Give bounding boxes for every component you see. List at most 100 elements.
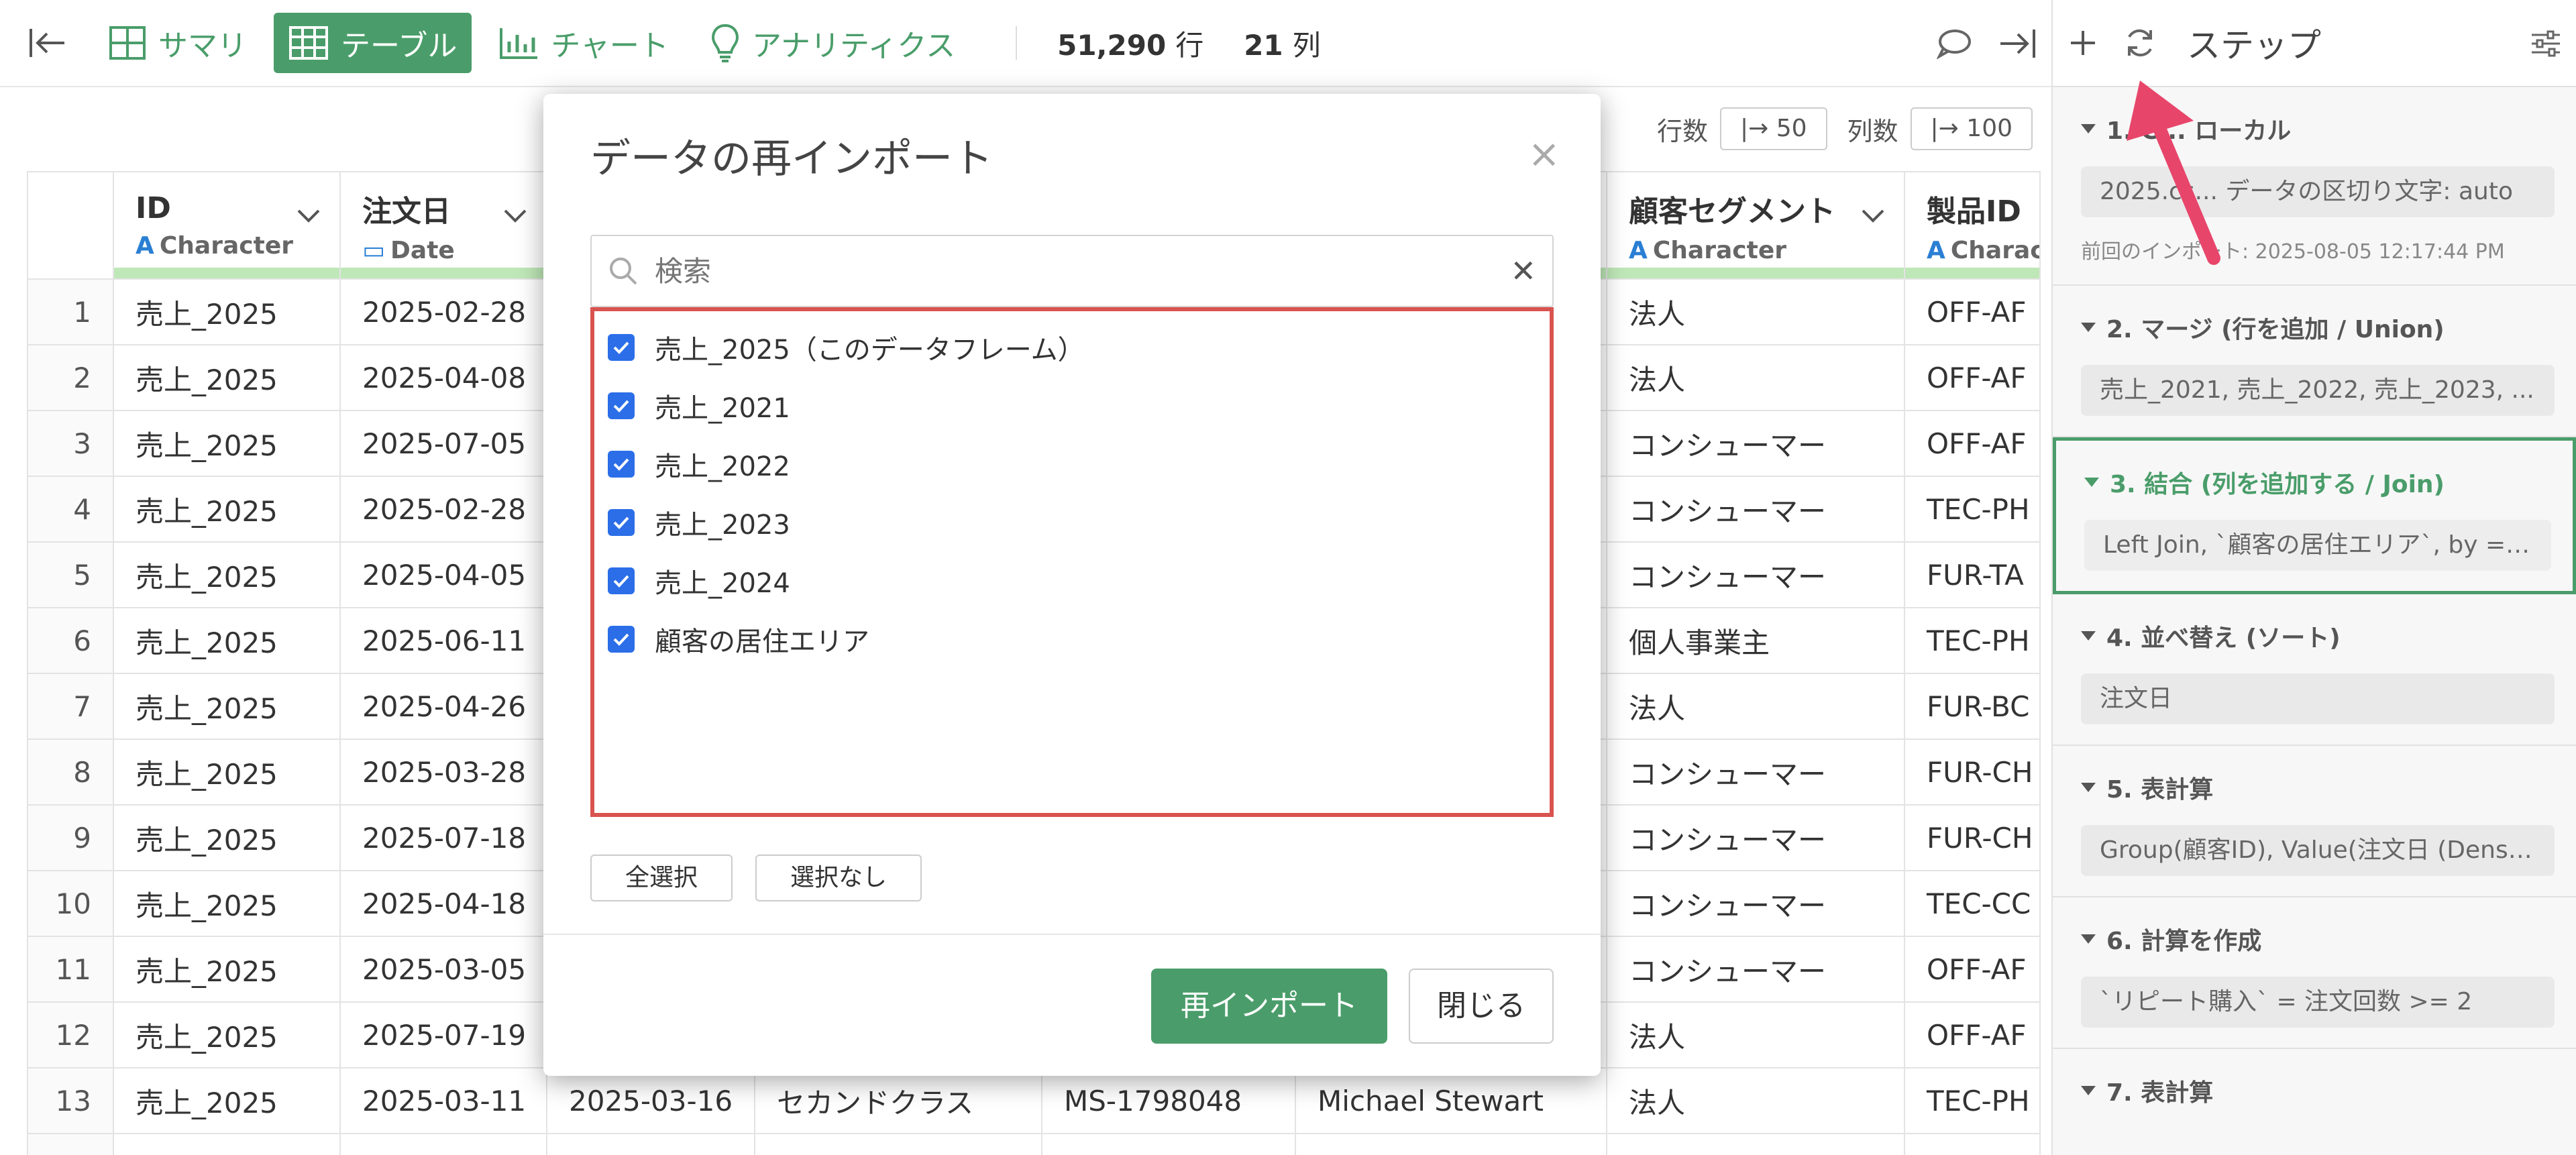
cell-id[interactable]: 売上_2025 (113, 1001, 341, 1068)
cell-customer-name[interactable]: Michael Stewart (1295, 1067, 1607, 1134)
checkbox-checked-icon[interactable] (608, 508, 635, 536)
select-none-button[interactable]: 選択なし (755, 855, 922, 901)
list-item[interactable]: 売上_2024 (594, 551, 1550, 610)
cell-order-date[interactable]: 2025-06-11 (339, 607, 547, 674)
comment-button[interactable] (1924, 0, 1984, 87)
cell-order-date[interactable]: 2025-03-28 (339, 738, 547, 806)
expand-right-button[interactable] (1984, 0, 2051, 87)
chevron-down-icon[interactable] (1861, 209, 1885, 223)
column-header-customer-segment[interactable]: 顧客セグメント A Character (1606, 171, 1905, 280)
cell-segment[interactable]: コンシューマー (1606, 541, 1905, 608)
step-2[interactable]: 2. マージ (行を追加 / Union) 売上_2021, 売上_2022, … (2053, 286, 2576, 437)
cell-id[interactable]: 売上_2025 (113, 476, 341, 543)
search-field[interactable]: ✕ (590, 235, 1554, 307)
list-item[interactable]: 顧客の居住エリア (594, 610, 1550, 668)
checkbox-checked-icon[interactable] (608, 333, 635, 361)
caret-down-icon[interactable] (2084, 478, 2099, 487)
cell-ship-mode[interactable]: セカンドクラス (754, 1067, 1042, 1134)
cell-order-date[interactable]: 2025-02-28 (339, 476, 547, 543)
checkbox-checked-icon[interactable] (608, 450, 635, 478)
cell-order-date[interactable]: 2025-02-28 (339, 278, 547, 345)
close-button[interactable]: 閉じる (1409, 969, 1554, 1044)
list-item[interactable]: 売上_2025（このデータフレーム） (594, 318, 1550, 376)
cell-order-date[interactable]: 2025-03-11 (339, 1067, 547, 1134)
cell-product-id[interactable]: FUR-BC (1904, 673, 2041, 740)
chevron-down-icon[interactable] (503, 209, 527, 223)
rows-limit-input[interactable]: |→ 50 (1719, 107, 1827, 150)
cell-id[interactable]: 売上_2025 (113, 804, 341, 871)
cell-id[interactable]: 売上_2025 (113, 410, 341, 477)
step-body[interactable]: 売上_2021, 売上_2022, 売上_2023, ... (2081, 365, 2555, 416)
cell-id[interactable]: 売上_2025 (113, 870, 341, 937)
cell-product-id[interactable]: OFF-AF (1904, 1001, 2041, 1068)
cell-order-date[interactable]: 2025-07-05 (339, 410, 547, 477)
cell-order-date[interactable]: 2025-04-05 (339, 541, 547, 608)
checkbox-checked-icon[interactable] (608, 392, 635, 419)
column-header-id[interactable]: ID A Character (113, 171, 341, 280)
list-item[interactable]: 売上_2021 (594, 376, 1550, 435)
list-item[interactable]: 売上_2023 (594, 493, 1550, 551)
cell-product-id[interactable]: FUR-CH (1904, 738, 2041, 806)
add-step-button[interactable] (2053, 0, 2113, 87)
cell-id[interactable]: 売上_2025 (113, 607, 341, 674)
cell-id[interactable]: 売上_2025 (113, 278, 341, 345)
cell-segment[interactable]: 法人 (1606, 1067, 1905, 1134)
caret-down-icon[interactable] (2081, 124, 2096, 133)
cell-segment[interactable]: 法人 (1606, 278, 1905, 345)
cell-id[interactable]: 売上_2025 (113, 1067, 341, 1134)
tab-summary[interactable]: サマリ (94, 13, 262, 73)
cell-id[interactable]: 売上_2025 (113, 738, 341, 806)
step-7[interactable]: 7. 表計算 (2053, 1049, 2576, 1128)
step-body[interactable]: 注文日 (2081, 673, 2555, 724)
cell-product-id[interactable]: OFF-AF (1904, 344, 2041, 411)
cell-segment[interactable]: 法人 (1606, 1001, 1905, 1068)
caret-down-icon[interactable] (2081, 323, 2096, 332)
search-input[interactable] (655, 254, 1511, 288)
chevron-down-icon[interactable] (297, 209, 321, 223)
caret-down-icon[interactable] (2081, 783, 2096, 792)
cell-segment[interactable]: コンシューマー (1606, 410, 1905, 477)
cell-segment[interactable]: コンシューマー (1606, 738, 1905, 806)
checkbox-checked-icon[interactable] (608, 625, 635, 653)
tab-table[interactable]: テーブル (274, 13, 472, 73)
cell-product-id[interactable]: OFF-AF (1904, 278, 2041, 345)
clear-search-icon[interactable]: ✕ (1510, 253, 1536, 289)
step-6[interactable]: 6. 計算を作成 `リピート購入` = 注文回数 >= 2 (2053, 897, 2576, 1049)
cell-order-date[interactable]: 2025-04-26 (339, 673, 547, 740)
step-3[interactable]: 3. 結合 (列を追加する / Join) Left Join, `顧客の居住エ… (2053, 437, 2576, 594)
steps-settings-button[interactable] (2529, 27, 2563, 60)
cell-order-date[interactable]: 2025-04-18 (339, 870, 547, 937)
select-all-button[interactable]: 全選択 (590, 855, 733, 901)
cols-limit-input[interactable]: |→ 100 (1910, 107, 2033, 150)
cell-segment[interactable]: 個人事業主 (1606, 607, 1905, 674)
cell-order-date[interactable]: 2025-03-05 (339, 936, 547, 1003)
cell-segment[interactable]: コンシューマー (1606, 870, 1905, 937)
cell-customer-id[interactable]: MS-1798048 (1041, 1067, 1296, 1134)
cell-segment[interactable]: コンシューマー (1606, 476, 1905, 543)
column-header-order-date[interactable]: 注文日 ▭ Date (339, 171, 547, 280)
cell-segment[interactable]: 法人 (1606, 344, 1905, 411)
tab-chart[interactable]: チャート (484, 13, 684, 73)
cell-product-id[interactable]: OFF-AF (1904, 936, 2041, 1003)
cell-order-date[interactable]: 2025-04-08 (339, 344, 547, 411)
cell-product-id[interactable]: TEC-PH (1904, 607, 2041, 674)
cell-ship-date[interactable]: 2025-03-16 (546, 1067, 755, 1134)
collapse-left-button[interactable] (0, 0, 94, 87)
cell-id[interactable]: 売上_2025 (113, 673, 341, 740)
cell-id[interactable]: 売上_2025 (113, 936, 341, 1003)
cell-product-id[interactable]: FUR-CH (1904, 804, 2041, 871)
caret-down-icon[interactable] (2081, 631, 2096, 641)
caret-down-icon[interactable] (2081, 934, 2096, 944)
tab-analytics[interactable]: アナリティクス (696, 13, 970, 73)
cell-segment[interactable]: コンシューマー (1606, 804, 1905, 871)
column-header-product-id[interactable]: 製品ID A Charac (1904, 171, 2041, 280)
close-icon[interactable]: × (1527, 134, 1560, 173)
cell-segment[interactable]: 法人 (1606, 673, 1905, 740)
step-body[interactable]: Left Join, `顧客の居住エリア`, by = j... (2084, 520, 2551, 571)
step-4[interactable]: 4. 並べ替え (ソート) 注文日 (2053, 594, 2576, 746)
cell-product-id[interactable]: OFF-AF (1904, 410, 2041, 477)
cell-id[interactable]: 売上_2025 (113, 344, 341, 411)
step-5[interactable]: 5. 表計算 Group(顧客ID), Value(注文日 (Dense... (2053, 746, 2576, 897)
cell-order-date[interactable]: 2025-07-18 (339, 804, 547, 871)
reimport-confirm-button[interactable]: 再インポート (1151, 969, 1387, 1044)
